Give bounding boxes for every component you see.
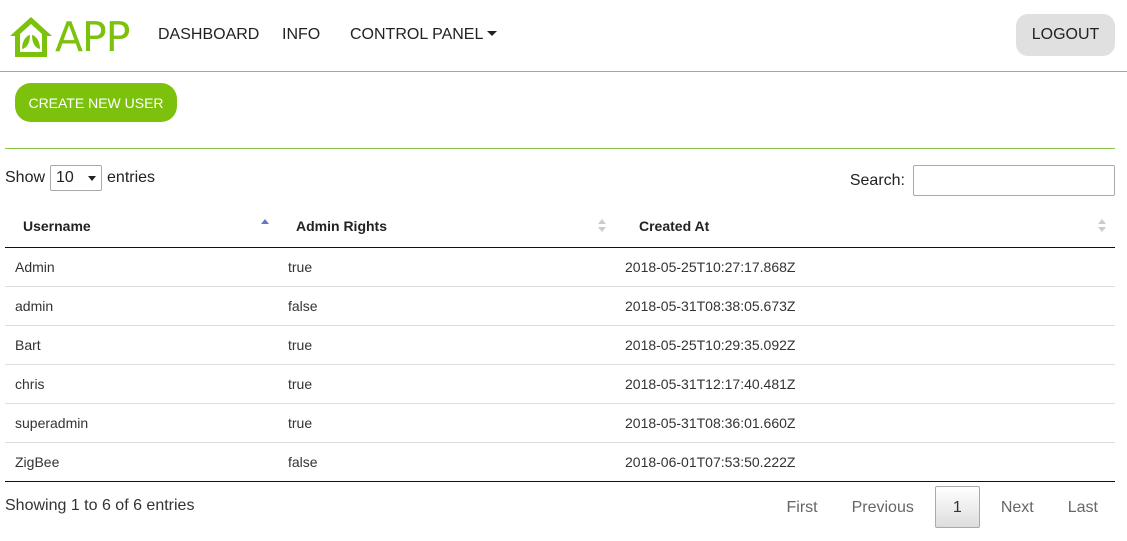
cell-username: chris bbox=[5, 363, 278, 403]
table-row[interactable]: chris true 2018-05-31T12:17:40.481Z bbox=[5, 363, 1115, 403]
sort-ascending-icon bbox=[260, 219, 270, 233]
cell-created-at: 2018-06-01T07:53:50.222Z bbox=[615, 441, 1115, 482]
cell-username: superadmin bbox=[5, 402, 278, 442]
brand-text: APP bbox=[55, 13, 130, 61]
table-row[interactable]: Bart true 2018-05-25T10:29:35.092Z bbox=[5, 324, 1115, 364]
table-info: Showing 1 to 6 of 6 entries bbox=[5, 497, 195, 514]
table-row[interactable]: admin false 2018-05-31T08:38:05.673Z bbox=[5, 285, 1115, 325]
column-header-username[interactable]: Username bbox=[5, 206, 278, 248]
entries-label: entries bbox=[107, 169, 156, 186]
cell-created-at: 2018-05-31T08:36:01.660Z bbox=[615, 402, 1115, 442]
table-row[interactable]: superadmin true 2018-05-31T08:36:01.660Z bbox=[5, 402, 1115, 442]
search-control: Search: bbox=[850, 165, 1115, 196]
pagination-last-button[interactable]: Last bbox=[1051, 486, 1115, 528]
create-new-user-button[interactable]: CREATE NEW USER bbox=[15, 83, 177, 122]
cell-created-at: 2018-05-31T08:38:05.673Z bbox=[615, 285, 1115, 325]
cell-username: admin bbox=[5, 285, 278, 325]
house-leaf-icon bbox=[10, 17, 52, 57]
table-header-row: Username Admin Rights Created At bbox=[5, 206, 1115, 248]
cell-admin-rights: false bbox=[278, 285, 615, 325]
cell-username: ZigBee bbox=[5, 441, 278, 482]
column-header-label: Username bbox=[23, 218, 91, 235]
sort-arrows-icon bbox=[597, 219, 607, 233]
cell-admin-rights: true bbox=[278, 363, 615, 403]
column-header-admin-rights[interactable]: Admin Rights bbox=[278, 206, 615, 248]
pagination: First Previous 1 Next Last bbox=[769, 486, 1115, 528]
page-length-value: 10 bbox=[56, 169, 74, 186]
cell-admin-rights: true bbox=[288, 258, 313, 275]
column-header-created-at[interactable]: Created At bbox=[615, 206, 1115, 248]
page-length-control: Show 10 entries bbox=[5, 165, 155, 191]
section-divider bbox=[5, 148, 1115, 149]
nav-control-panel-label: CONTROL PANEL bbox=[350, 26, 484, 43]
table-row[interactable]: ZigBee false 2018-06-01T07:53:50.222Z bbox=[5, 441, 1115, 482]
logout-button[interactable]: LOGOUT bbox=[1016, 14, 1115, 56]
pagination-page-button[interactable]: 1 bbox=[934, 486, 980, 528]
brand-logo[interactable]: APP bbox=[8, 13, 130, 59]
cell-admin-rights: true bbox=[278, 402, 615, 442]
pagination-first-button[interactable]: First bbox=[769, 486, 834, 528]
cell-username: Bart bbox=[5, 324, 278, 364]
show-label: Show bbox=[5, 169, 46, 186]
cell-created-at: 2018-05-25T10:27:17.868Z bbox=[625, 258, 796, 275]
cell-admin-rights: false bbox=[278, 441, 615, 482]
nav-dashboard[interactable]: DASHBOARD bbox=[158, 26, 259, 44]
caret-down-icon bbox=[487, 31, 498, 36]
page-length-select[interactable]: 10 bbox=[50, 165, 103, 191]
nav-control-panel[interactable]: CONTROL PANEL bbox=[350, 26, 498, 44]
search-input[interactable] bbox=[913, 165, 1115, 196]
column-header-label: Created At bbox=[639, 218, 710, 235]
sort-arrows-icon bbox=[1097, 219, 1107, 233]
cell-created-at: 2018-05-25T10:29:35.092Z bbox=[615, 324, 1115, 364]
nav-info[interactable]: INFO bbox=[282, 26, 320, 44]
users-table: Username Admin Rights Created At Admin t… bbox=[5, 206, 1115, 482]
pagination-next-button[interactable]: Next bbox=[984, 486, 1051, 528]
column-header-label: Admin Rights bbox=[296, 218, 387, 235]
search-label: Search: bbox=[849, 171, 905, 189]
cell-admin-rights: true bbox=[278, 324, 615, 364]
select-arrow-icon bbox=[88, 175, 97, 181]
navbar: APP DASHBOARD INFO CONTROL PANEL LOGOUT bbox=[0, 0, 1127, 72]
table-row[interactable]: Admin true 2018-05-25T10:27:17.868Z bbox=[5, 247, 1115, 286]
cell-created-at: 2018-05-31T12:17:40.481Z bbox=[615, 363, 1115, 403]
cell-username: Admin bbox=[15, 258, 55, 275]
pagination-previous-button[interactable]: Previous bbox=[835, 486, 931, 528]
